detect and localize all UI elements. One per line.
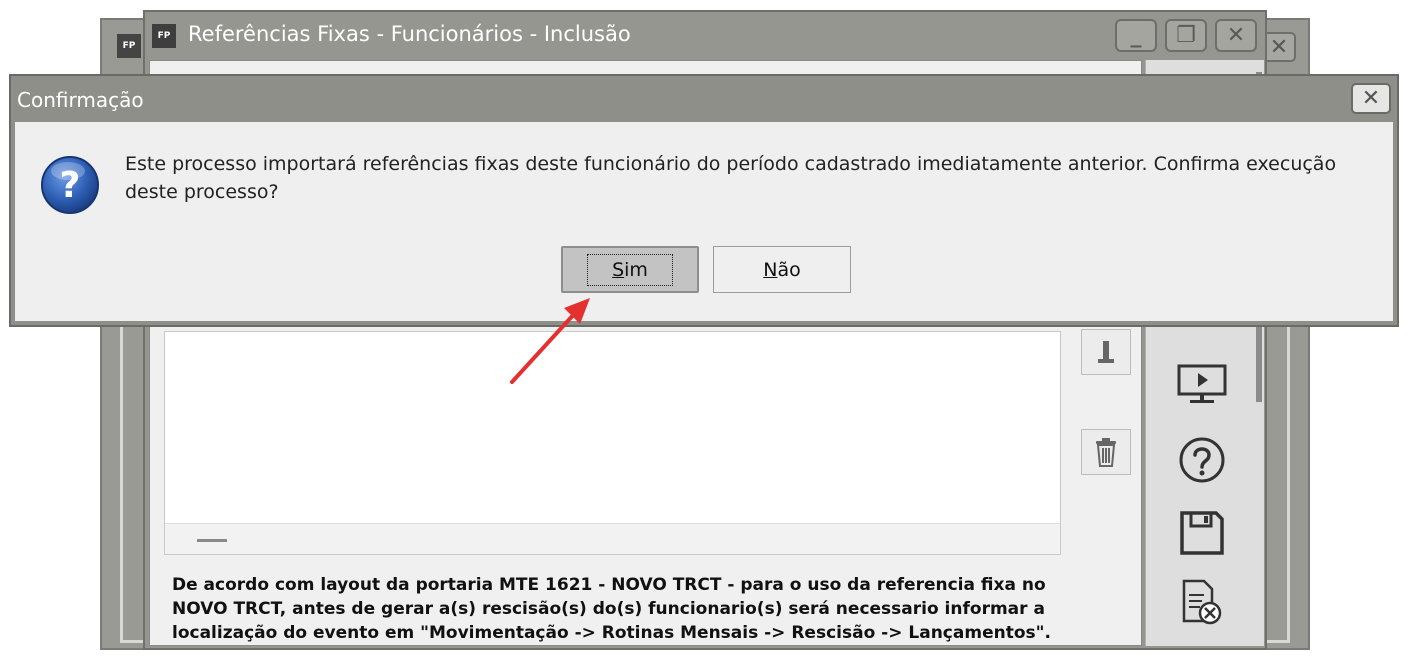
dialog-body: ? Este processo importará referências fi… — [15, 122, 1393, 321]
dialog-close-button[interactable]: ✕ — [1351, 83, 1391, 114]
no-button[interactable]: Não — [713, 246, 851, 293]
yes-button-label: Sim — [587, 253, 673, 286]
window-titlebar[interactable]: FP Referências Fixas - Funcionários - In… — [145, 12, 1265, 60]
dialog-title: Confirmação — [17, 88, 144, 112]
app-badge: FP — [117, 34, 141, 58]
question-icon: ? — [41, 156, 99, 214]
grid-toolbar — [1075, 329, 1137, 631]
cancel-button[interactable] — [1174, 578, 1230, 628]
close-button[interactable]: ✕ — [1215, 19, 1257, 52]
edit-icon — [1098, 341, 1114, 363]
svg-text:?: ? — [60, 165, 81, 206]
parent-close-button[interactable]: ✕ — [1262, 32, 1296, 62]
minimize-button[interactable]: _ — [1115, 19, 1157, 52]
app-badge: FP — [152, 24, 176, 48]
dialog-message: Este processo importará referências fixa… — [125, 153, 1337, 203]
save-icon — [1180, 511, 1224, 555]
scroll-thumb[interactable] — [197, 539, 227, 542]
save-button[interactable] — [1174, 508, 1230, 558]
trash-icon — [1096, 438, 1116, 467]
annotation-arrow — [510, 298, 590, 384]
edit-button[interactable] — [1081, 329, 1131, 375]
maximize-button[interactable]: ❐ — [1165, 19, 1207, 52]
help-button[interactable] — [1174, 435, 1230, 485]
references-grid[interactable] — [164, 331, 1061, 555]
window-title: Referências Fixas - Funcionários - Inclu… — [188, 22, 631, 46]
trct-note: De acordo com layout da portaria MTE 162… — [172, 575, 1051, 643]
monitor-play-icon — [1177, 364, 1227, 403]
confirmation-dialog: Confirmação ✕ ? Este processo importará … — [9, 74, 1399, 327]
help-icon — [1179, 437, 1225, 483]
preview-button[interactable] — [1174, 360, 1230, 410]
horizontal-scrollbar[interactable] — [165, 523, 1060, 554]
delete-button[interactable] — [1081, 429, 1131, 475]
no-button-label: Não — [763, 258, 801, 281]
yes-button[interactable]: Sim — [561, 246, 699, 293]
cancel-document-icon — [1182, 579, 1222, 625]
